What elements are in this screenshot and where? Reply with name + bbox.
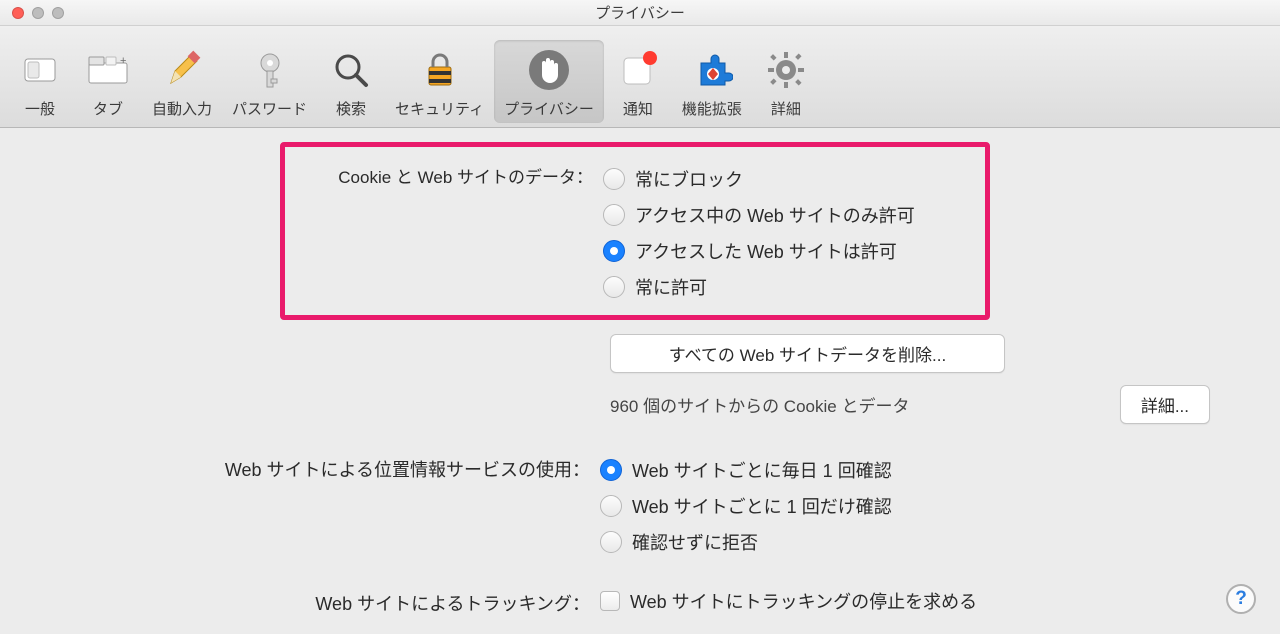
radio-icon[interactable] xyxy=(603,168,625,190)
location-option-daily[interactable]: Web サイトごとに毎日 1 回確認 xyxy=(600,452,1250,488)
cookie-options: 常にブロック アクセス中の Web サイトのみ許可 アクセスした Web サイト… xyxy=(603,161,967,305)
toolbar-label: セキュリティ xyxy=(395,98,484,119)
toolbar-label: 一般 xyxy=(25,98,55,119)
location-label: Web サイトによる位置情報サービスの使用： xyxy=(30,452,600,482)
window-controls xyxy=(0,7,64,19)
toolbar-label: タブ xyxy=(93,98,123,119)
radio-label: アクセスした Web サイトは許可 xyxy=(635,238,897,264)
titlebar: プライバシー xyxy=(0,0,1280,26)
radio-label: Web サイトごとに 1 回だけ確認 xyxy=(632,493,892,519)
tab-extensions[interactable]: 機能拡張 xyxy=(672,40,752,123)
pencil-icon xyxy=(158,46,206,94)
radio-label: 確認せずに拒否 xyxy=(632,529,758,555)
cookie-label: Cookie と Web サイトのデータ： xyxy=(303,161,603,305)
tab-tabs[interactable]: + タブ xyxy=(74,40,142,123)
radio-icon[interactable] xyxy=(600,495,622,517)
toolbar-label: 通知 xyxy=(623,98,653,119)
zoom-icon[interactable] xyxy=(52,7,64,19)
content: Cookie と Web サイトのデータ： 常にブロック アクセス中の Web … xyxy=(0,128,1280,616)
toolbar-label: プライバシー xyxy=(504,98,594,119)
help-button[interactable]: ? xyxy=(1226,584,1256,614)
radio-icon[interactable] xyxy=(600,531,622,553)
checkbox-label: Web サイトにトラッキングの停止を求める xyxy=(630,588,977,614)
tab-advanced[interactable]: 詳細 xyxy=(752,40,820,123)
toolbar-label: 詳細 xyxy=(771,98,801,119)
cookie-option-current-only[interactable]: アクセス中の Web サイトのみ許可 xyxy=(603,197,967,233)
cookie-option-allow-all[interactable]: 常に許可 xyxy=(603,269,967,305)
search-icon xyxy=(327,46,375,94)
key-icon xyxy=(246,46,294,94)
gear-icon xyxy=(762,46,810,94)
puzzle-icon xyxy=(688,46,736,94)
tracking-label: Web サイトによるトラッキング： xyxy=(30,586,600,616)
remove-all-data-button[interactable]: すべての Web サイトデータを削除... xyxy=(610,334,1005,373)
location-options: Web サイトごとに毎日 1 回確認 Web サイトごとに 1 回だけ確認 確認… xyxy=(600,452,1250,560)
switch-icon xyxy=(16,46,64,94)
lock-icon xyxy=(416,46,464,94)
toolbar: 一般 + タブ 自動入力 パスワード 検索 セキュリティ xyxy=(0,26,1280,128)
location-option-once[interactable]: Web サイトごとに 1 回だけ確認 xyxy=(600,488,1250,524)
location-option-deny[interactable]: 確認せずに拒否 xyxy=(600,524,1250,560)
svg-text:+: + xyxy=(120,55,126,67)
tab-security[interactable]: セキュリティ xyxy=(385,40,494,123)
cookie-option-block-all[interactable]: 常にブロック xyxy=(603,161,967,197)
minimize-icon[interactable] xyxy=(32,7,44,19)
location-row: Web サイトによる位置情報サービスの使用： Web サイトごとに毎日 1 回確… xyxy=(30,452,1250,560)
cookie-option-visited[interactable]: アクセスした Web サイトは許可 xyxy=(603,233,967,269)
cookie-section-highlight: Cookie と Web サイトのデータ： 常にブロック アクセス中の Web … xyxy=(280,142,990,320)
tab-general[interactable]: 一般 xyxy=(6,40,74,123)
tracking-row: Web サイトによるトラッキング： Web サイトにトラッキングの停止を求める xyxy=(30,586,1250,616)
cookie-status-text: 960 個のサイトからの Cookie とデータ xyxy=(610,392,909,417)
radio-icon[interactable] xyxy=(600,459,622,481)
tab-notifications[interactable]: 通知 xyxy=(604,40,672,123)
radio-label: Web サイトごとに毎日 1 回確認 xyxy=(632,457,892,483)
radio-label: 常に許可 xyxy=(635,274,707,300)
tab-privacy[interactable]: プライバシー xyxy=(494,40,604,123)
bell-dot-icon xyxy=(614,46,662,94)
tracking-checkbox-row[interactable]: Web サイトにトラッキングの停止を求める xyxy=(600,586,1250,616)
toolbar-label: 自動入力 xyxy=(152,98,212,119)
radio-label: 常にブロック xyxy=(635,166,743,192)
checkbox-icon[interactable] xyxy=(600,591,620,611)
toolbar-label: 検索 xyxy=(336,98,366,119)
radio-icon[interactable] xyxy=(603,276,625,298)
toolbar-label: 機能拡張 xyxy=(682,98,742,119)
radio-label: アクセス中の Web サイトのみ許可 xyxy=(635,202,915,228)
tabs-icon: + xyxy=(84,46,132,94)
tab-search[interactable]: 検索 xyxy=(317,40,385,123)
hand-icon xyxy=(525,46,573,94)
window-title: プライバシー xyxy=(0,2,1280,23)
tab-autofill[interactable]: 自動入力 xyxy=(142,40,222,123)
radio-icon[interactable] xyxy=(603,204,625,226)
close-icon[interactable] xyxy=(12,7,24,19)
details-button[interactable]: 詳細... xyxy=(1120,385,1210,424)
radio-icon[interactable] xyxy=(603,240,625,262)
toolbar-label: パスワード xyxy=(232,98,307,119)
tab-passwords[interactable]: パスワード xyxy=(222,40,317,123)
